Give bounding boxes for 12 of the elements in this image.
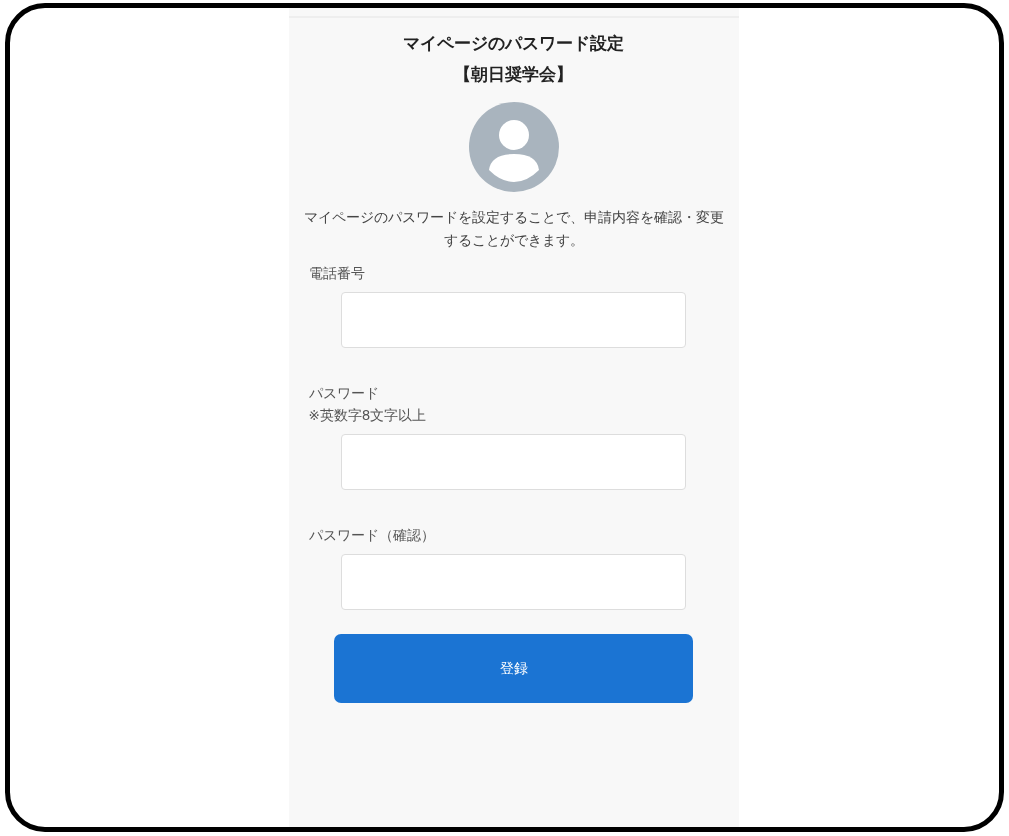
field-label: パスワード（確認） (308, 526, 436, 545)
input-field[interactable] (340, 292, 686, 348)
input-field[interactable] (340, 434, 686, 490)
field-label: パスワード (308, 384, 380, 403)
page-title: マイページのパスワード設定 (403, 32, 624, 55)
input-field[interactable] (340, 554, 686, 610)
field-label: 電話番号 (308, 264, 366, 283)
register-button[interactable]: 登録 (334, 634, 693, 703)
organization-name: 【朝日奨学会】 (454, 63, 573, 86)
description-text: マイページのパスワードを設定することで、申請内容を確認・変更することができます。 (303, 208, 724, 250)
user-avatar-icon (468, 102, 559, 192)
field-note: ※英数字8文字以上 (308, 406, 428, 425)
